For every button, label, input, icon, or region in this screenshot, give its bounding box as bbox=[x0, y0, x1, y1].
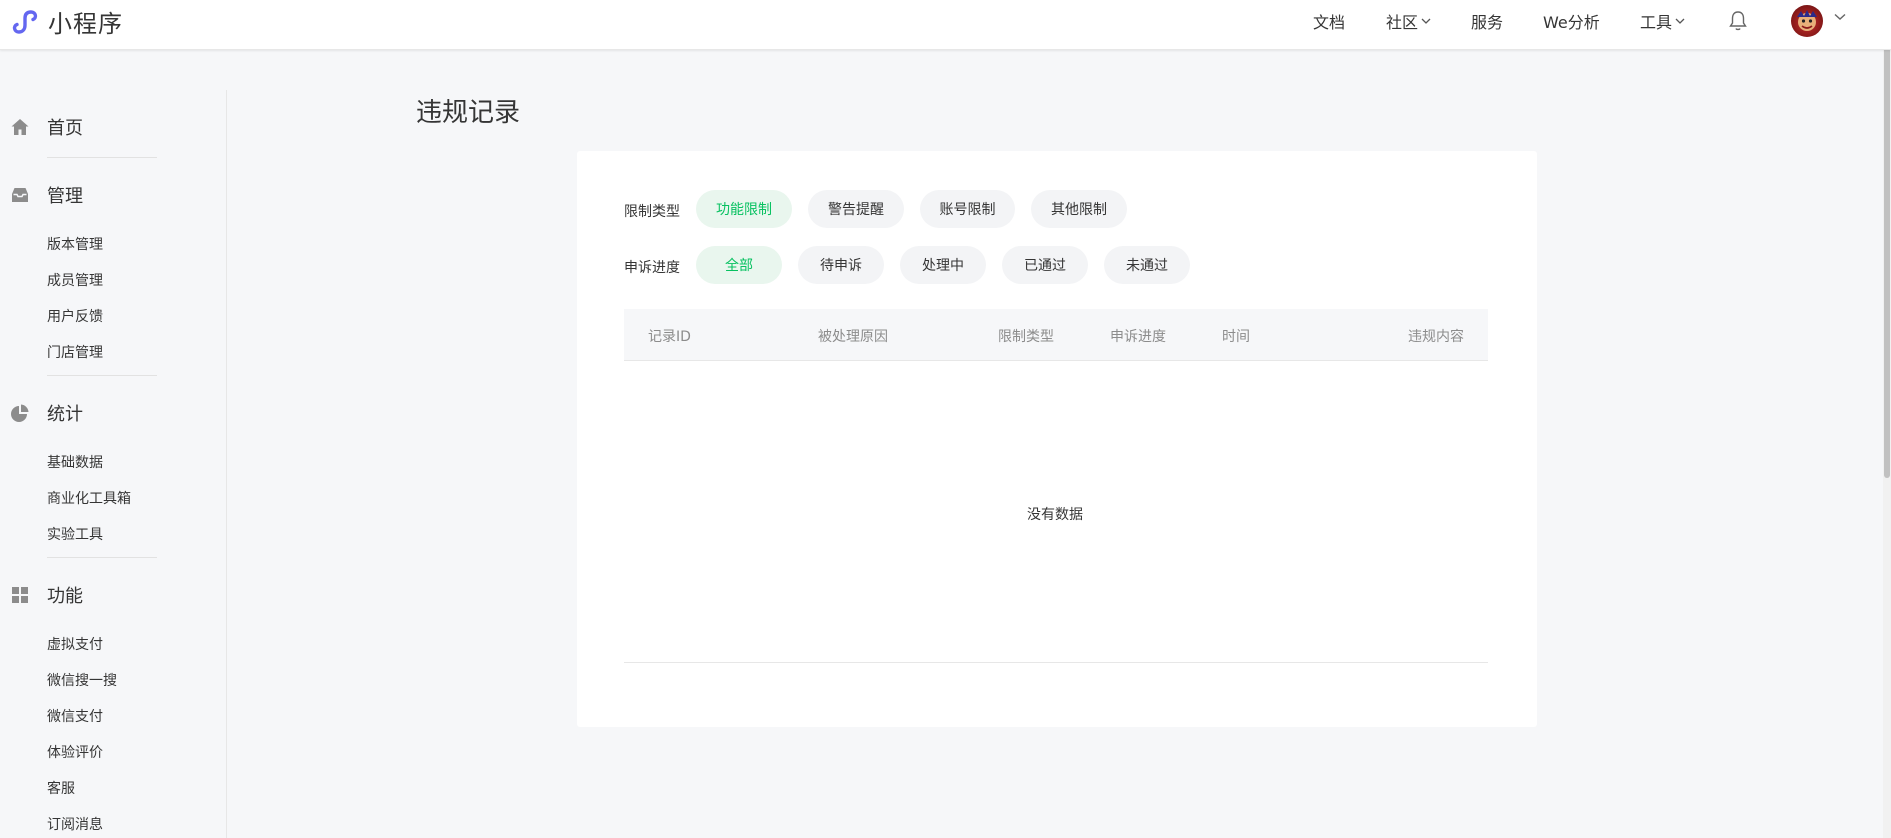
filter-appeal-processing[interactable]: 处理中 bbox=[900, 246, 986, 284]
sidebar-item-version[interactable]: 版本管理 bbox=[47, 234, 103, 254]
filter-restriction-account[interactable]: 账号限制 bbox=[920, 190, 1015, 228]
top-header: 小程序 文档 社区 服务 We分析 工具 bbox=[0, 0, 1891, 50]
sidebar-item-basic-data[interactable]: 基础数据 bbox=[47, 452, 103, 472]
sidebar-section-manage[interactable]: 管理 bbox=[10, 182, 83, 208]
sidebar-item-home-label: 首页 bbox=[47, 118, 83, 139]
sidebar-item-members[interactable]: 成员管理 bbox=[47, 270, 103, 290]
account-chevron-down-icon[interactable] bbox=[1834, 12, 1846, 22]
filter-restriction-function[interactable]: 功能限制 bbox=[696, 190, 792, 228]
column-header-violation-content: 违规内容 bbox=[1408, 329, 1464, 345]
filter-restriction-other-label: 其他限制 bbox=[1051, 202, 1107, 218]
inbox-icon bbox=[12, 188, 28, 202]
column-header-appeal-progress: 申诉进度 bbox=[1110, 329, 1166, 345]
nav-we-analysis[interactable]: We分析 bbox=[1543, 0, 1600, 42]
filter-appeal-pending[interactable]: 待申诉 bbox=[798, 246, 884, 284]
content-card bbox=[577, 151, 1537, 727]
filter-restriction-other[interactable]: 其他限制 bbox=[1031, 190, 1127, 228]
filter-restriction-warning-label: 警告提醒 bbox=[828, 202, 884, 218]
pie-chart-icon bbox=[11, 404, 29, 422]
sidebar-section-features[interactable]: 功能 bbox=[10, 582, 83, 608]
sidebar-divider bbox=[47, 557, 157, 558]
filter-appeal-all-label: 全部 bbox=[725, 258, 753, 274]
chevron-down-icon bbox=[1421, 18, 1431, 24]
grid-icon bbox=[12, 587, 28, 603]
filter-appeal-pending-label: 待申诉 bbox=[820, 258, 862, 274]
nav-services-label: 服务 bbox=[1471, 13, 1504, 32]
column-header-time: 时间 bbox=[1222, 329, 1250, 345]
sidebar-item-commercial-tools[interactable]: 商业化工具箱 bbox=[47, 488, 131, 508]
nav-community-label: 社区 bbox=[1386, 13, 1419, 32]
page-title: 违规记录 bbox=[416, 98, 521, 128]
nav-tools[interactable]: 工具 bbox=[1640, 0, 1685, 42]
sidebar-item-virtual-pay[interactable]: 虚拟支付 bbox=[47, 634, 103, 654]
sidebar-section-stats-label: 统计 bbox=[47, 404, 83, 425]
miniprogram-logo-icon bbox=[12, 9, 38, 34]
sidebar-divider bbox=[47, 157, 157, 158]
sidebar-item-experiment-tools[interactable]: 实验工具 bbox=[47, 524, 103, 544]
sidebar-item-subscription[interactable]: 订阅消息 bbox=[47, 814, 103, 834]
nav-tools-label: 工具 bbox=[1640, 13, 1673, 32]
avatar[interactable] bbox=[1791, 5, 1823, 37]
table-header: 记录ID 被处理原因 限制类型 申诉进度 时间 违规内容 bbox=[624, 309, 1488, 361]
filter-appeal-passed[interactable]: 已通过 bbox=[1002, 246, 1088, 284]
filter-restriction-account-label: 账号限制 bbox=[939, 202, 996, 218]
logo-text: 小程序 bbox=[48, 10, 123, 38]
sidebar-item-experience-review[interactable]: 体验评价 bbox=[47, 742, 103, 762]
nav-community[interactable]: 社区 bbox=[1386, 0, 1431, 42]
sidebar-section-features-label: 功能 bbox=[47, 586, 83, 607]
nav-services[interactable]: 服务 bbox=[1471, 0, 1503, 42]
restriction-filter-label: 限制类型 bbox=[624, 204, 680, 220]
nav-docs-label: 文档 bbox=[1313, 13, 1346, 32]
table-bottom-border bbox=[624, 662, 1488, 663]
sidebar-item-home[interactable]: 首页 bbox=[10, 114, 83, 140]
sidebar-item-wechat-search[interactable]: 微信搜一搜 bbox=[47, 670, 117, 690]
column-header-reason: 被处理原因 bbox=[818, 329, 888, 345]
page-scrollbar-thumb[interactable] bbox=[1884, 2, 1890, 478]
chevron-down-icon bbox=[1675, 18, 1685, 24]
avatar-image-icon bbox=[1797, 10, 1817, 31]
column-header-restriction-type: 限制类型 bbox=[998, 329, 1054, 345]
appeal-filter-label: 申诉进度 bbox=[624, 260, 680, 276]
sidebar-item-stores[interactable]: 门店管理 bbox=[47, 342, 103, 362]
filter-appeal-rejected[interactable]: 未通过 bbox=[1104, 246, 1190, 284]
filter-appeal-all[interactable]: 全部 bbox=[696, 246, 782, 284]
home-icon bbox=[11, 119, 29, 135]
nav-we-analysis-label: We分析 bbox=[1543, 13, 1600, 32]
sidebar-item-customer-service[interactable]: 客服 bbox=[47, 778, 75, 798]
bell-icon[interactable] bbox=[1728, 10, 1748, 32]
filter-appeal-rejected-label: 未通过 bbox=[1126, 258, 1168, 274]
sidebar-item-wechat-pay[interactable]: 微信支付 bbox=[47, 706, 103, 726]
sidebar-item-feedback[interactable]: 用户反馈 bbox=[47, 306, 103, 326]
filter-appeal-processing-label: 处理中 bbox=[922, 258, 964, 274]
filter-appeal-passed-label: 已通过 bbox=[1024, 258, 1066, 274]
sidebar-section-stats[interactable]: 统计 bbox=[10, 400, 83, 426]
sidebar-section-manage-label: 管理 bbox=[47, 186, 83, 207]
logo[interactable]: 小程序 bbox=[10, 4, 123, 39]
filter-restriction-function-label: 功能限制 bbox=[716, 202, 772, 218]
nav-docs[interactable]: 文档 bbox=[1313, 0, 1345, 42]
column-header-record-id: 记录ID bbox=[648, 329, 691, 345]
sidebar-divider bbox=[47, 375, 157, 376]
filter-restriction-warning[interactable]: 警告提醒 bbox=[808, 190, 904, 228]
table-empty-state: 没有数据 bbox=[1027, 507, 1083, 523]
